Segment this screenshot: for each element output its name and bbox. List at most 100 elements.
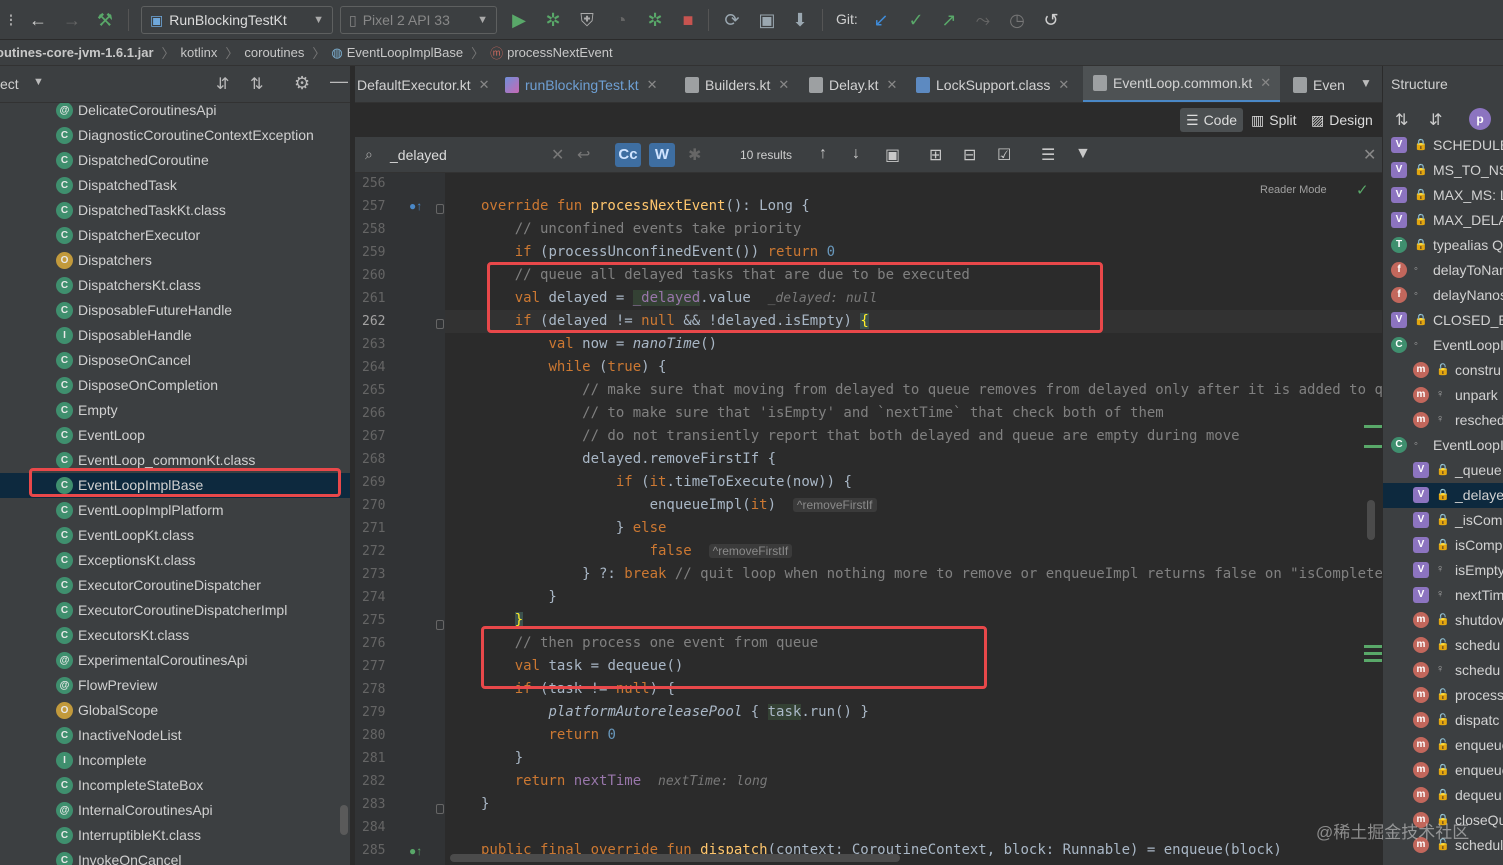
whole-words-toggle[interactable]: W: [649, 143, 675, 167]
new-line-icon[interactable]: ↩: [577, 145, 590, 165]
structure-item[interactable]: m ♀ resched: [1383, 408, 1503, 433]
tab-builders[interactable]: Builders.kt ✕: [685, 66, 797, 102]
tree-item[interactable]: C InactiveNodeList: [0, 723, 350, 748]
tree-item[interactable]: C InvokeOnCancel: [0, 848, 350, 865]
tree-item[interactable]: C DiagnosticCoroutineContextException: [0, 123, 350, 148]
tree-item[interactable]: C ExecutorCoroutineDispatcherImpl: [0, 598, 350, 623]
expand-all-icon[interactable]: ⇵: [216, 74, 229, 94]
structure-item[interactable]: T 🔒 typealias Q: [1383, 233, 1503, 258]
chevron-down-icon[interactable]: ▼: [33, 76, 44, 88]
tree-item[interactable]: C DisposeOnCompletion: [0, 373, 350, 398]
structure-item-selected[interactable]: V 🔒 _delaye: [1383, 483, 1503, 508]
structure-item[interactable]: V 🔒 CLOSED_E: [1383, 308, 1503, 333]
tree-item[interactable]: C DispatchedTask: [0, 173, 350, 198]
structure-item[interactable]: f ◦ delayNanos: [1383, 283, 1503, 308]
git-push-icon[interactable]: ↗: [938, 10, 960, 30]
tab-lock-support[interactable]: LockSupport.class ✕: [916, 66, 1076, 102]
override-marker-icon[interactable]: ●↑: [409, 199, 422, 213]
tree-item[interactable]: C Empty: [0, 398, 350, 423]
tree-item[interactable]: @ InternalCoroutinesApi: [0, 798, 350, 823]
next-occurrence-icon[interactable]: ↓: [852, 145, 860, 163]
sort-alpha-icon[interactable]: ⇵: [1429, 110, 1442, 130]
tree-item[interactable]: C ExecutorsKt.class: [0, 623, 350, 648]
tree-item[interactable]: C DisposableFutureHandle: [0, 298, 350, 323]
fold-marker-icon[interactable]: [436, 620, 444, 630]
attach-debugger-icon[interactable]: ✲: [644, 10, 666, 30]
close-icon[interactable]: ✕: [1058, 77, 1069, 93]
structure-item[interactable]: f ◦ delayToNan: [1383, 258, 1503, 283]
coverage-icon[interactable]: ⛨: [576, 10, 598, 30]
structure-item[interactable]: V 🔒 SCHEDULE: [1383, 133, 1503, 158]
structure-item[interactable]: V 🔒 isComp: [1383, 533, 1503, 558]
tree-item[interactable]: C DispatchersKt.class: [0, 273, 350, 298]
tree-item[interactable]: C InterruptibleKt.class: [0, 823, 350, 848]
tree-item[interactable]: @ ExperimentalCoroutinesApi: [0, 648, 350, 673]
sync-gradle-icon[interactable]: ⟳: [721, 10, 743, 30]
sort-visibility-icon[interactable]: ⇅: [1395, 110, 1408, 130]
reader-mode-label[interactable]: Reader Mode: [1260, 184, 1327, 196]
open-in-window-icon[interactable]: ☰: [1041, 145, 1055, 165]
fold-marker-icon[interactable]: [436, 204, 444, 214]
tab-delay[interactable]: Delay.kt ✕: [809, 66, 909, 102]
history-clock-icon[interactable]: ◷: [1006, 10, 1028, 30]
minimize-icon[interactable]: —: [330, 71, 348, 92]
structure-item[interactable]: V 🔒 _isCom: [1383, 508, 1503, 533]
gear-icon[interactable]: ⚙: [294, 73, 310, 94]
structure-item[interactable]: m 🔓 dispatc: [1383, 708, 1503, 733]
structure-item[interactable]: V 🔒 MAX_MS: L: [1383, 183, 1503, 208]
tree-item[interactable]: C EventLoop: [0, 423, 350, 448]
inspection-ok-icon[interactable]: ✓: [1356, 181, 1369, 199]
back-arrow-icon[interactable]: ←: [27, 10, 49, 30]
build-hammer-icon[interactable]: ⚒: [94, 10, 116, 30]
code-view-button[interactable]: ☰ Code: [1180, 108, 1244, 132]
git-merge-icon[interactable]: ⤳: [972, 10, 994, 30]
structure-item[interactable]: V 🔒 MAX_DELA: [1383, 208, 1503, 233]
remove-occurrence-icon[interactable]: ⊟: [963, 145, 976, 165]
tab-event-truncated[interactable]: Even: [1293, 66, 1353, 102]
tree-item[interactable]: @ DelicateCoroutinesApi: [0, 103, 350, 123]
regex-icon[interactable]: ✱: [688, 145, 701, 165]
split-view-button[interactable]: ▥ Split: [1245, 108, 1302, 132]
tree-item[interactable]: @ FlowPreview: [0, 673, 350, 698]
breadcrumb-package[interactable]: kotlinx: [181, 45, 218, 60]
structure-item[interactable]: V ♀ nextTim: [1383, 583, 1503, 608]
scrollbar-thumb[interactable]: [450, 854, 900, 862]
search-input[interactable]: _delayed: [360, 141, 575, 169]
structure-item[interactable]: m 🔓 constru: [1383, 358, 1503, 383]
forward-arrow-icon[interactable]: →: [61, 10, 83, 30]
tree-item[interactable]: C DispatchedCoroutine: [0, 148, 350, 173]
tree-item[interactable]: C DispatchedTaskKt.class: [0, 198, 350, 223]
project-view-label[interactable]: ect: [0, 76, 19, 92]
design-view-button[interactable]: ▨ Design: [1305, 108, 1379, 132]
fold-marker-icon[interactable]: [436, 804, 444, 814]
filter-window-icon[interactable]: ▣: [885, 145, 900, 165]
profile-icon[interactable]: ◔: [610, 10, 632, 30]
structure-item[interactable]: V 🔒 _queue: [1383, 458, 1503, 483]
tree-item[interactable]: C DisposeOnCancel: [0, 348, 350, 373]
override-marker-icon[interactable]: ●↑: [409, 844, 422, 858]
rollback-icon[interactable]: ↺: [1040, 10, 1062, 30]
device-dropdown[interactable]: ▯ Pixel 2 API 33 ▼: [340, 6, 497, 34]
match-case-toggle[interactable]: Cc: [615, 143, 641, 167]
breadcrumb-method[interactable]: processNextEvent: [507, 45, 613, 60]
structure-item[interactable]: C ◦ EventLoopI: [1383, 433, 1503, 458]
close-icon[interactable]: ✕: [647, 77, 658, 93]
device-manager-icon[interactable]: ▣: [756, 10, 778, 30]
tree-item-selected[interactable]: C EventLoopImplBase: [0, 473, 350, 498]
select-all-occurrences-icon[interactable]: ☑: [997, 145, 1011, 165]
close-icon[interactable]: ✕: [1260, 75, 1271, 91]
show-properties-icon[interactable]: p: [1469, 108, 1491, 130]
run-icon[interactable]: ▶: [508, 10, 530, 30]
tab-run-blocking-test[interactable]: runBlockingTest.kt ✕: [505, 66, 673, 102]
close-icon[interactable]: ✕: [778, 77, 789, 93]
run-config-dropdown[interactable]: ▣ RunBlockingTestKt ▼: [141, 6, 333, 34]
tab-default-executor[interactable]: DefaultExecutor.kt ✕: [355, 66, 495, 102]
sdk-manager-icon[interactable]: ⬇: [789, 10, 811, 30]
horizontal-scrollbar[interactable]: [450, 853, 1380, 863]
tree-item[interactable]: O GlobalScope: [0, 698, 350, 723]
structure-item[interactable]: C ◦ EventLoopI: [1383, 333, 1503, 358]
structure-item[interactable]: V ♀ isEmpty: [1383, 558, 1503, 583]
tree-item[interactable]: I DisposableHandle: [0, 323, 350, 348]
structure-item[interactable]: m 🔒 dequeu: [1383, 783, 1503, 808]
previous-occurrence-icon[interactable]: ↑: [819, 145, 827, 163]
